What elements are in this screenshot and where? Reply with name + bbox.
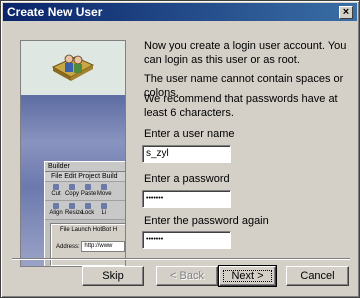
address-label: Address:	[56, 244, 80, 251]
button-separator	[12, 258, 350, 260]
cancel-button-label: Cancel	[300, 270, 335, 282]
window-title: Create New User	[7, 5, 103, 19]
skip-button[interactable]: Skip	[82, 266, 144, 286]
builder-toolbar-2: Align Resize Lock Li	[45, 201, 125, 220]
builder-window-preview: Builder File Edit Project Build Cut Copy…	[44, 161, 125, 266]
builder-title: Builder	[45, 162, 125, 172]
builder-toolbar: Cut Copy Paste Move	[45, 182, 125, 201]
password-label: Enter a password	[144, 173, 230, 185]
close-icon: ×	[342, 6, 350, 18]
builder-menu: File Edit Project Build	[45, 172, 125, 182]
skip-button-label: Skip	[102, 270, 124, 282]
username-field[interactable]: s_zyl	[142, 145, 231, 163]
builder-tool: Copy	[65, 182, 79, 197]
users-book-icon	[51, 54, 95, 81]
password-recommend-text: We recommend that passwords have at leas…	[144, 93, 338, 119]
title-bar: Create New User ×	[3, 3, 357, 21]
cancel-button[interactable]: Cancel	[286, 266, 349, 286]
builder-tool: Move	[97, 182, 112, 197]
builder-tool: Paste	[81, 182, 96, 197]
next-button-label: Next >	[231, 270, 264, 282]
browser-menu: File Launch HotBot H	[60, 227, 118, 233]
intro-text: Now you create a login user account. You…	[144, 40, 347, 66]
next-button[interactable]: Next >	[218, 265, 277, 287]
back-button[interactable]: < Back	[156, 266, 218, 286]
close-button[interactable]: ×	[339, 6, 353, 19]
browser-address-bar: Address: http://www	[56, 241, 125, 252]
builder-tool: Resize	[65, 201, 83, 216]
builder-tool: Li	[97, 201, 111, 216]
builder-tool: Align	[49, 201, 63, 216]
username-label: Enter a user name	[144, 128, 235, 140]
wizard-side-image: Builder File Edit Project Build Cut Copy…	[20, 40, 126, 267]
back-button-label: < Back	[170, 270, 204, 282]
create-user-dialog: Create New User × Builder File Edit Proj…	[0, 0, 360, 298]
builder-tool: Cut	[49, 182, 63, 197]
password-again-label: Enter the password again	[144, 215, 269, 227]
builder-tool: Lock	[81, 201, 95, 216]
address-value: http://www	[81, 241, 125, 252]
password-again-field[interactable]: •••••••	[142, 231, 231, 249]
password-field[interactable]: •••••••	[142, 190, 231, 208]
